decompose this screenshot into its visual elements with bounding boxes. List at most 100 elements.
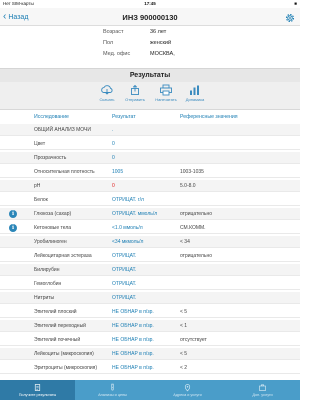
back-button[interactable]: ‹ Назад [3, 11, 28, 23]
results-title: Результаты [129, 72, 171, 79]
test-result: ОТРИЦАТ. [112, 253, 137, 259]
test-result: ОТРИЦАТ. г/л [112, 197, 144, 203]
print-button[interactable]: Напечатать [151, 84, 181, 108]
patient-office-row: Мед. офис МОСКВА, [0, 51, 300, 60]
table-row[interactable]: Лейкоциты (микроскопия) НЕ ОБНАР в п/зр. <… [0, 348, 300, 361]
test-result: НЕ ОБНАР в п/зр. [112, 365, 154, 371]
print-icon [160, 84, 172, 96]
tab-briefcase[interactable]: Доп. услуги [225, 380, 300, 400]
table-row[interactable]: Эпителий переходный НЕ ОБНАР в п/зр. < 1 [0, 320, 300, 333]
tab-test-tube[interactable]: Анализы и цены [75, 380, 150, 400]
send-icon [131, 84, 139, 95]
test-result: ОТРИЦАТ. ммоль/л [112, 211, 158, 217]
patient-office-label: Мед. офис [103, 51, 131, 57]
table-row[interactable]: Прозрачность 0 [0, 152, 300, 165]
test-reference: < 5 [180, 351, 188, 357]
column-header-result: Результат [112, 114, 136, 120]
tab-label: Анализы и цены [98, 393, 127, 397]
results-toolbar: Скачать Отправить Напечатать Динамика [0, 82, 300, 110]
test-result: <1.0 ммоль/л [112, 225, 143, 231]
patient-sex-label: Пол [103, 40, 114, 46]
table-row[interactable]: Эпителий почечный НЕ ОБНАР в п/зр. отсутст… [0, 334, 300, 347]
test-result: НЕ ОБНАР в п/зр. [112, 323, 154, 329]
tab-location[interactable]: Адреса и услуги [150, 380, 225, 400]
patient-sex-value: женский [150, 40, 172, 46]
location-icon [184, 384, 191, 392]
column-header-reference: Референсные значения [180, 114, 238, 120]
patient-sex-row: Пол женский [0, 40, 300, 49]
briefcase-icon [259, 384, 266, 391]
test-reference: отсутствует [180, 337, 207, 343]
table-row[interactable]: Эритроциты (микроскопия) НЕ ОБНАР в п/зр.… [0, 362, 300, 375]
table-row[interactable]: Белок ОТРИЦАТ. г/л [0, 194, 300, 207]
table-row[interactable]: Цвет 0 [0, 138, 300, 151]
table-row[interactable]: Билирубин ОТРИЦАТ. [0, 264, 300, 277]
test-reference: СМ.КОММ. [180, 225, 206, 231]
table-row[interactable]: pH 0 5.0-8.0 [0, 180, 300, 193]
status-bar: Нет SIM-карты 17:45 ■ [0, 0, 300, 8]
table-row[interactable]: ОБЩИЙ АНАЛИЗ МОЧИ. [0, 124, 300, 137]
patient-info: Возраст 36 лет Пол женский Мед. офис МОС… [0, 28, 300, 64]
test-name: Эпителий плоский [34, 309, 77, 315]
table-header: Исследование Результат Референсные значе… [0, 112, 300, 122]
test-name: Лейкоцитарная эстераза [34, 253, 92, 259]
patient-office-value: МОСКВА, [150, 51, 175, 57]
table-row[interactable]: Нитриты ОТРИЦАТ. [0, 292, 300, 305]
test-name: Эпителий почечный [34, 337, 81, 343]
test-result: 0 [112, 155, 115, 161]
table-row[interactable]: Уробилиноген <34 мкмоль/л < 34 [0, 236, 300, 249]
table-row[interactable]: Относительная плотность 1005 1003-1035 [0, 166, 300, 179]
download-button[interactable]: Скачать [92, 84, 122, 108]
test-result: ОТРИЦАТ. [112, 295, 137, 301]
test-name: Лейкоциты (микроскопия) [34, 351, 94, 357]
patient-age-value: 36 лет [150, 29, 167, 35]
test-result: НЕ ОБНАР в п/зр. [112, 309, 154, 315]
send-button[interactable]: Отправить [120, 84, 150, 108]
test-name: Билирубин [34, 267, 60, 273]
gear-icon [285, 13, 295, 23]
test-name: Белок [34, 197, 48, 203]
test-name: Эритроциты (микроскопия) [34, 365, 97, 371]
test-tube-icon [111, 383, 114, 391]
bar-chart-icon [190, 85, 199, 95]
test-result: НЕ ОБНАР в п/зр. [112, 351, 154, 357]
table-row[interactable]: Лейкоцитарная эстераза ОТРИЦАТ. отрицатель… [0, 250, 300, 263]
settings-button[interactable] [284, 11, 296, 23]
patient-age-row: Возраст 36 лет [0, 29, 300, 38]
test-name: Прозрачность [34, 155, 67, 161]
test-reference: отрицательно [180, 211, 212, 217]
download-label: Скачать [99, 97, 115, 102]
test-name: Цвет [34, 141, 46, 147]
tab-bar: Получите результаты Анализы и цены Адреса … [0, 380, 300, 400]
test-result: ОТРИЦАТ. [112, 281, 137, 287]
battery-icon: ■ [294, 1, 297, 6]
dynamics-button[interactable]: Динамика [180, 84, 210, 108]
test-name: ОБЩИЙ АНАЛИЗ МОЧИ [34, 127, 91, 133]
test-name: Кетоновые тела [34, 225, 72, 231]
tab-results[interactable]: Получите результаты [0, 380, 75, 400]
test-result: ОТРИЦАТ. [112, 267, 137, 273]
status-time: 17:45 [144, 1, 156, 6]
send-label: Отправить [125, 97, 145, 102]
tab-label: Доп. услуги [252, 393, 273, 397]
patient-age-label: Возраст [103, 29, 124, 35]
test-result: . [112, 127, 114, 133]
test-name: pH [34, 183, 41, 189]
test-reference: < 1 [180, 323, 188, 329]
test-reference: 1003-1035 [180, 169, 204, 175]
table-row[interactable]: i Глюкоза (сахар) ОТРИЦАТ. ммоль/л отрицате… [0, 208, 300, 221]
table-row[interactable]: i Кетоновые тела <1.0 ммоль/л СМ.КОММ. [0, 222, 300, 235]
chevron-left-icon: ‹ [3, 11, 7, 22]
page-title: ИНЗ 900000130 [122, 13, 178, 22]
test-reference: < 5 [180, 309, 188, 315]
test-name: Уробилиноген [34, 239, 67, 245]
tab-label: Получите результаты [18, 393, 57, 397]
info-icon[interactable]: i [9, 210, 17, 218]
test-reference: 5.0-8.0 [180, 183, 196, 189]
back-label: Назад [8, 13, 29, 21]
info-icon[interactable]: i [9, 224, 17, 232]
table-row[interactable]: Гемоглобин ОТРИЦАТ. [0, 278, 300, 291]
table-row[interactable]: Эпителий плоский НЕ ОБНАР в п/зр. < 5 [0, 306, 300, 319]
results-header: Результаты [0, 68, 300, 82]
results-icon [34, 384, 41, 391]
